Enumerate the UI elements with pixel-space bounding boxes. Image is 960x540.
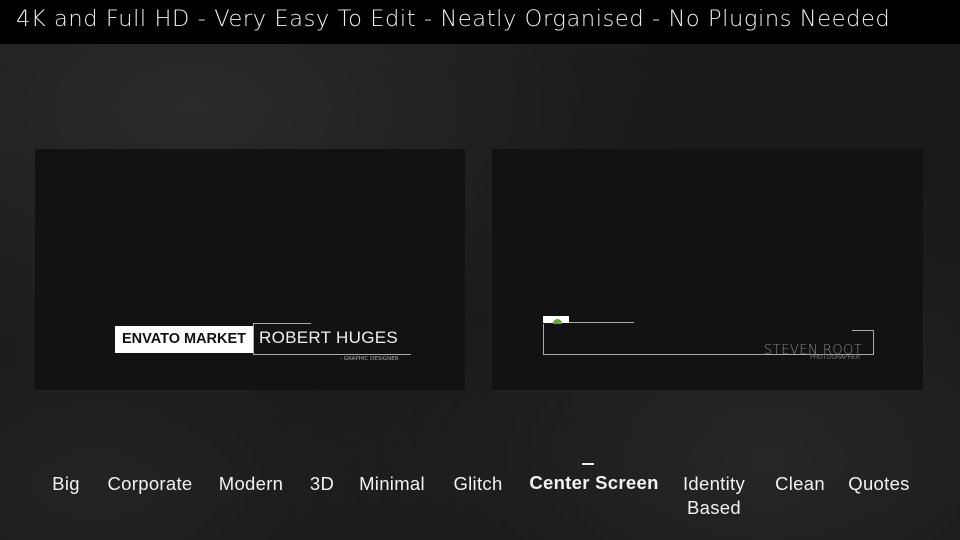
lower-third-name: ROBERT HUGES: [259, 328, 399, 347]
divider: [253, 323, 254, 355]
tab-glitch[interactable]: Glitch: [453, 472, 502, 496]
header-tagline: 4K and Full HD - Very Easy To Edit - Nea…: [16, 6, 891, 32]
tab-minimal[interactable]: Minimal: [359, 472, 425, 496]
leaf-icon: [553, 319, 562, 324]
divider: [253, 323, 311, 324]
divider: [253, 354, 411, 355]
tab-quotes[interactable]: Quotes: [848, 472, 909, 496]
tab-center-screen[interactable]: Center Screen: [529, 471, 658, 495]
badge-envato-market: ENVATO MARKET: [115, 326, 253, 353]
preview-panel-left[interactable]: ENVATO MARKET ROBERT HUGES - GRAPHIC DES…: [35, 149, 465, 390]
tab-label-line2: Based: [687, 497, 741, 518]
tab-corporate[interactable]: Corporate: [108, 472, 193, 496]
tab-clean[interactable]: Clean: [775, 472, 825, 496]
preview-panel-right[interactable]: STEVEN ROOT PHOTOGRAPHER: [492, 149, 923, 390]
lower-third-role: PHOTOGRAPHER: [810, 354, 861, 361]
tab-big[interactable]: Big: [52, 472, 80, 496]
tab-modern[interactable]: Modern: [219, 472, 284, 496]
lower-third-role: - GRAPHIC DESIGNER: [340, 356, 399, 362]
tab-3d[interactable]: 3D: [310, 472, 334, 496]
active-tab-indicator: [582, 463, 594, 465]
tab-identity-based[interactable]: Identity Based: [683, 472, 745, 520]
tab-label-line1: Identity: [682, 473, 746, 494]
header-bar: 4K and Full HD - Very Easy To Edit - Nea…: [0, 0, 960, 44]
